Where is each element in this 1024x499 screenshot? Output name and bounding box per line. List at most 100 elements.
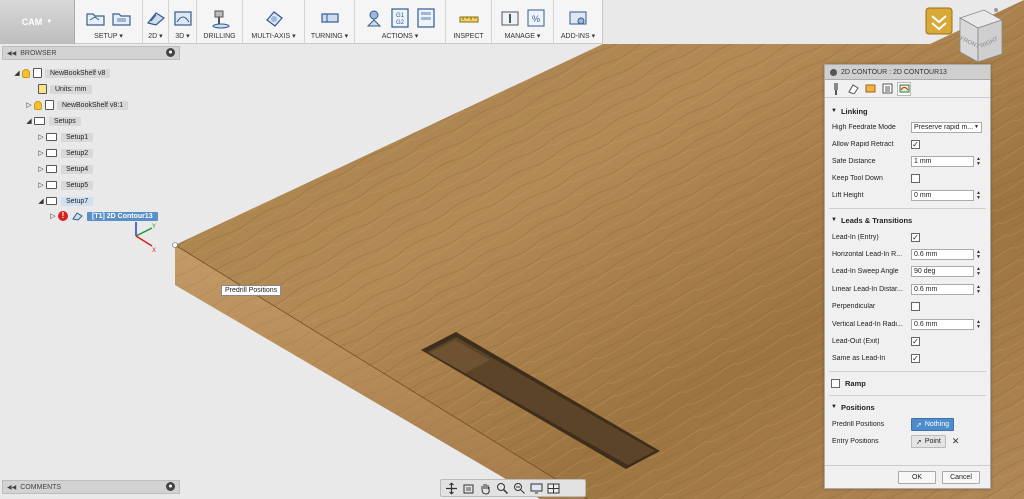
collapsed-triangle-icon[interactable]: ▷ [36,165,46,173]
same-as-lead-in-checkbox[interactable]: ✓ [911,354,920,363]
view-cube[interactable]: FRONT RIGHT [924,6,1004,68]
toolbar-group-drilling[interactable]: DRILLING [197,0,243,44]
spinner-icon[interactable]: ▲ ▼ [976,319,981,330]
perpendicular-checkbox[interactable] [911,302,920,311]
tab-tool[interactable] [829,82,843,96]
tool-library-icon[interactable] [499,8,521,28]
grid-settings-icon[interactable] [547,482,560,495]
section-divider [829,208,986,209]
safe-distance-input[interactable]: 1 mm [911,156,974,167]
close-icon[interactable]: ● [166,48,175,57]
expanded-triangle-icon[interactable]: ◢ [12,69,22,77]
orbit-icon[interactable] [445,482,458,495]
visibility-bulb-icon[interactable] [22,68,30,78]
collapsed-triangle-icon[interactable]: ▷ [36,133,46,141]
allow-rapid-retract-checkbox[interactable]: ✓ [911,140,920,149]
keep-tool-down-checkbox[interactable] [911,174,920,183]
collapsed-triangle-icon[interactable]: ▷ [36,181,46,189]
display-settings-icon[interactable] [530,482,543,495]
drill-icon[interactable] [209,9,231,29]
high-feedrate-mode-select[interactable]: Preserve rapid m... ▼ [911,122,982,133]
setup-folder-icon[interactable] [85,8,107,28]
spinner-icon[interactable]: ▲ ▼ [976,266,981,277]
lift-height-input[interactable]: 0 mm [911,190,974,201]
tree-node-root[interactable]: ◢ NewBookShelf v8 [12,66,111,80]
axis-triad: Y X [135,222,156,254]
workspace-switcher[interactable]: CAM ▼ [0,0,75,44]
visibility-bulb-icon[interactable] [34,100,42,110]
measure-icon[interactable] [458,9,480,29]
horizontal-lead-in-radius-input[interactable]: 0.6 mm [911,249,974,260]
close-icon[interactable]: ● [166,482,175,491]
collapse-triangle-icon[interactable]: ◀◀ [7,50,16,57]
toolbar-group-addins[interactable]: ADD-INS ▾ [554,0,602,44]
spinner-icon[interactable]: ▲ ▼ [976,284,981,295]
toolbar-group-3d[interactable]: 3D ▾ [169,0,197,44]
toolbar-group-actions[interactable]: G1 G2 ACTIONS ▾ [355,0,446,44]
spinner-icon[interactable]: ▲ ▼ [976,156,981,167]
row-safe-distance: Safe Distance 1 mm ▲ ▼ [832,155,987,168]
ramp-checkbox[interactable] [831,378,840,388]
expanded-triangle-icon[interactable]: ◢ [36,197,46,205]
3d-adaptive-icon[interactable] [172,8,194,28]
setup-sheet-doc-icon[interactable] [415,8,437,28]
field-label: Perpendicular [832,303,876,310]
collapsed-triangle-icon[interactable]: ▷ [24,101,34,109]
post-process-icon[interactable]: G1G2 [389,8,411,28]
browser-panel-header[interactable]: ◀◀ BROWSER ● [2,46,180,60]
clear-selection-icon[interactable]: ✕ [952,436,960,447]
tree-node-setups[interactable]: ◢ Setups [24,114,81,128]
pan-hand-icon[interactable] [479,482,492,495]
template-library-icon[interactable]: % [525,8,547,28]
lead-in-sweep-angle-input[interactable]: 90 deg [911,266,974,277]
toolbar-group-2d[interactable]: 2D ▾ [143,0,169,44]
spinner-icon[interactable]: ▲ ▼ [976,249,981,260]
section-linking[interactable]: ▼ Linking [825,104,990,118]
toolbar-group-inspect[interactable]: INSPECT [446,0,492,44]
tree-node-setup2[interactable]: ▷ Setup2 [36,146,94,160]
look-at-icon[interactable] [462,482,475,495]
tree-node-setup5[interactable]: ▷ Setup5 [36,178,94,192]
tree-node-setup7[interactable]: ◢ Setup7 [36,194,94,208]
spinner-icon[interactable]: ▲ ▼ [976,190,981,201]
lead-in-checkbox[interactable]: ✓ [911,233,920,242]
dialog-title-bar[interactable]: 2D CONTOUR : 2D CONTOUR13 [825,65,990,80]
collapse-triangle-icon[interactable]: ◀◀ [7,484,16,491]
tree-node-label: NewBookShelf v8:1 [57,100,129,110]
vertical-lead-in-radius-input[interactable]: 0.6 mm [911,319,974,330]
ok-button[interactable]: OK [898,471,936,484]
tab-geometry[interactable] [846,82,860,96]
toolbar-group-multiaxis[interactable]: MULTI-AXIS ▾ [243,0,305,44]
entry-positions-selector[interactable]: ➚ Point [911,435,946,448]
multiaxis-icon[interactable] [263,8,285,28]
expanded-triangle-icon[interactable]: ◢ [24,117,34,125]
tree-node-setup1[interactable]: ▷ Setup1 [36,130,94,144]
row-lead-out: Lead-Out (Exit) ✓ [832,335,987,348]
section-positions[interactable]: ▼ Positions [825,400,990,414]
collapsed-triangle-icon[interactable]: ▷ [48,212,58,220]
tab-heights[interactable] [863,82,877,96]
setup-sheet-icon[interactable] [111,8,133,28]
comments-panel[interactable]: ◀◀ COMMENTS ● [2,480,180,494]
cancel-button[interactable]: Cancel [942,471,980,484]
addins-icon[interactable] [567,8,589,28]
linear-lead-in-distance-input[interactable]: 0.6 mm [911,284,974,295]
tab-passes[interactable] [880,82,894,96]
simulate-icon[interactable] [363,8,385,28]
turning-icon[interactable] [319,8,341,28]
tree-node-units[interactable]: Units: mm [38,82,92,96]
zoom-window-icon[interactable] [513,482,526,495]
zoom-icon[interactable] [496,482,509,495]
collapsed-triangle-icon[interactable]: ▷ [36,149,46,157]
section-leads-transitions[interactable]: ▼ Leads & Transitions [825,213,990,227]
tree-node-setup4[interactable]: ▷ Setup4 [36,162,94,176]
toolbar-group-setup[interactable]: SETUP ▾ [75,0,143,44]
lead-out-checkbox[interactable]: ✓ [911,337,920,346]
toolbar-group-turning[interactable]: TURNING ▾ [305,0,355,44]
toolbar-group-manage[interactable]: % MANAGE ▾ [492,0,554,44]
predrill-positions-selector[interactable]: ➚ Nothing [911,418,955,431]
tab-linking[interactable] [897,81,911,96]
section-ramp[interactable]: Ramp [825,376,990,390]
tree-node-component[interactable]: ▷ NewBookShelf v8:1 [24,98,129,112]
2d-contour-icon[interactable] [145,8,167,28]
